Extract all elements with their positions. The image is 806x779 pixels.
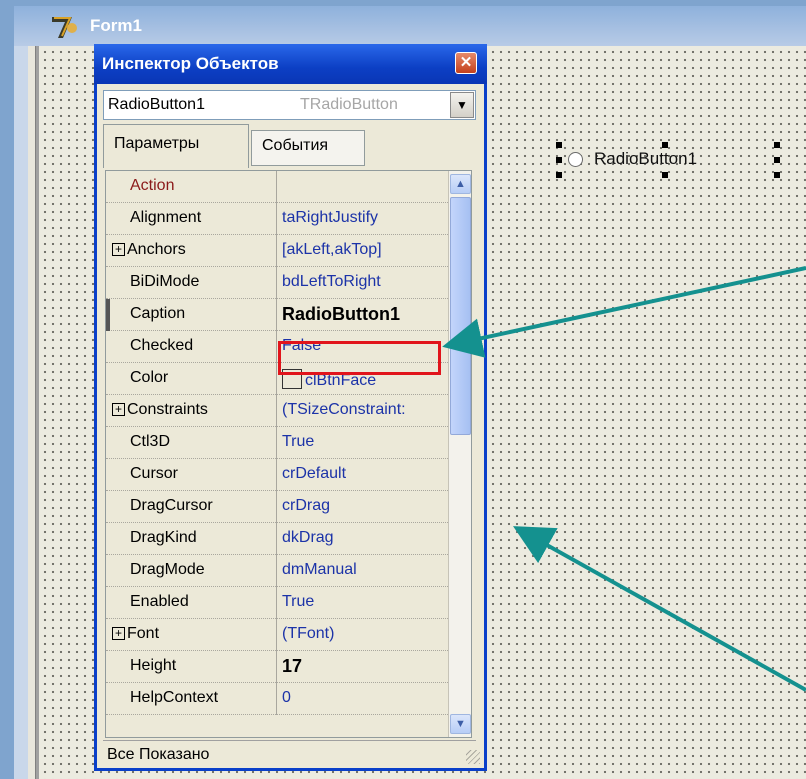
arrow-to-grid: [513, 526, 806, 692]
arrow-to-caption: [442, 266, 806, 358]
annotation-arrows: [442, 266, 806, 692]
